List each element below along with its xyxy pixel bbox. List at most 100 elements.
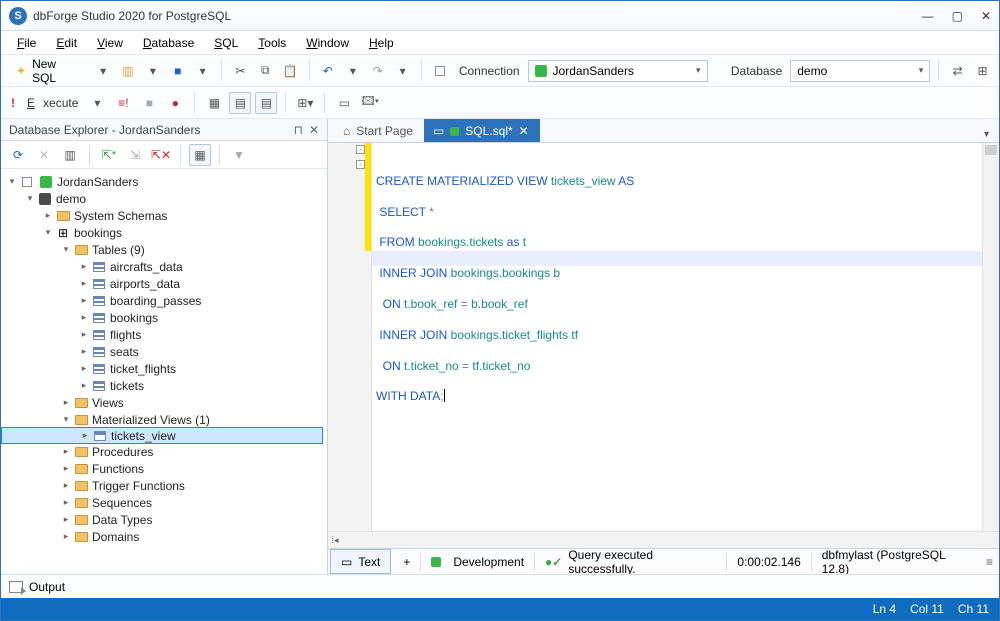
cut-button[interactable]: ✂ (230, 60, 251, 82)
tree-table[interactable]: ▸seats (1, 343, 327, 360)
vertical-scrollbar[interactable] (982, 143, 999, 531)
tree-table[interactable]: ▸flights (1, 326, 327, 343)
debug-button[interactable]: ● (164, 92, 186, 114)
tree-table[interactable]: ▸airports_data (1, 275, 327, 292)
tab-close-icon[interactable]: ✕ (519, 124, 529, 138)
status-menu-button[interactable]: ≡ (980, 555, 999, 569)
tree-schema[interactable]: ▾⊞bookings (1, 224, 327, 241)
disconnect-button[interactable]: ⇱✕ (150, 144, 172, 166)
toolbar-extra-2[interactable]: ⊞ (972, 60, 993, 82)
undo-button[interactable]: ↶ (318, 60, 339, 82)
new-sql-button[interactable]: ✦New SQL (7, 53, 89, 89)
database-dropdown[interactable]: demo▾ (790, 60, 930, 82)
execute-current-button[interactable]: ≡! (112, 92, 134, 114)
title-bar: S dbForge Studio 2020 for PostgreSQL — ▢… (1, 1, 999, 31)
new-sql-dropdown[interactable]: ▾ (93, 60, 114, 82)
horizontal-scrollbar[interactable]: ⁞◂ (328, 531, 999, 548)
delete-connection-button[interactable]: ✕ (33, 144, 55, 166)
tree-table[interactable]: ▸tickets (1, 377, 327, 394)
tree-datatypes-folder[interactable]: ▸Data Types (1, 511, 327, 528)
new-connection-button[interactable]: ▥ (59, 144, 81, 166)
connection-dropdown[interactable]: JordanSanders▾ (528, 60, 708, 82)
add-view-button[interactable]: + (393, 549, 420, 574)
results-button[interactable]: ▭ (333, 92, 355, 114)
toolbar-extra-1[interactable]: ⇄ (947, 60, 968, 82)
outline-button[interactable]: ▤ (229, 92, 251, 114)
stop-button[interactable]: ■ (138, 92, 160, 114)
paste-button[interactable]: 📋 (280, 60, 301, 82)
close-button[interactable]: ✕ (981, 9, 991, 23)
menu-help[interactable]: Help (361, 33, 402, 53)
copy-button[interactable]: ⧉ (255, 60, 276, 82)
open-dropdown[interactable]: ▾ (142, 60, 163, 82)
output-icon (9, 581, 23, 593)
maximize-button[interactable]: ▢ (952, 9, 963, 23)
splitter-handle[interactable]: ⁞◂ (328, 532, 342, 548)
execute-dropdown[interactable]: ▾ (86, 92, 108, 114)
menu-window[interactable]: Window (298, 33, 357, 53)
tree-matview-item[interactable]: ▸tickets_view (1, 427, 323, 444)
text-view-tab[interactable]: ▭Text (330, 549, 391, 574)
collapse-button[interactable]: ⇲ (124, 144, 146, 166)
panel-close-icon[interactable]: ✕ (309, 123, 319, 137)
tree-trigger-functions-folder[interactable]: ▸Trigger Functions (1, 477, 327, 494)
refresh-button[interactable]: ⟳ (7, 144, 29, 166)
pin-icon[interactable]: ⊓ (294, 123, 303, 137)
image-button[interactable]: 🖾▾ (359, 92, 381, 114)
success-icon: ●✓ (545, 555, 562, 569)
tree-table[interactable]: ▸boarding_passes (1, 292, 327, 309)
menu-database[interactable]: Database (135, 33, 202, 53)
tree-procedures-folder[interactable]: ▸Procedures (1, 443, 327, 460)
save-button[interactable]: ■ (167, 60, 188, 82)
explorer-tree[interactable]: ▾JordanSanders ▾demo ▸System Schemas ▾⊞b… (1, 169, 327, 574)
undo-dropdown[interactable]: ▾ (342, 60, 363, 82)
wrap-button[interactable]: ▤ (255, 92, 277, 114)
fold-icon[interactable]: - (356, 145, 365, 154)
menu-sql[interactable]: SQL (206, 33, 246, 53)
output-panel-tab[interactable]: Output (1, 574, 999, 598)
sql-file-icon: ▭ (433, 124, 444, 138)
tree-sequences-folder[interactable]: ▸Sequences (1, 494, 327, 511)
new-folder-button[interactable]: ⇱* (98, 144, 120, 166)
tree-table[interactable]: ▸bookings (1, 309, 327, 326)
redo-button[interactable]: ↷ (367, 60, 388, 82)
sql-editor[interactable]: - - CREATE MATERIALIZED VIEW tickets_vie… (328, 143, 999, 531)
connection-color-icon (535, 65, 547, 77)
show-all-button[interactable]: ▦ (189, 144, 211, 166)
execute-button[interactable]: Execute (23, 96, 82, 110)
filter-button[interactable]: ▼ (228, 144, 250, 166)
tree-tables-folder[interactable]: ▾Tables (9) (1, 241, 327, 258)
save-dropdown[interactable]: ▾ (192, 60, 213, 82)
code-area[interactable]: CREATE MATERIALIZED VIEW tickets_view AS… (372, 143, 982, 531)
editor-gutter[interactable]: - - (328, 143, 372, 531)
tree-table[interactable]: ▸ticket_flights (1, 360, 327, 377)
tree-database[interactable]: ▾demo (1, 190, 327, 207)
format-button[interactable]: ⊞▾ (294, 92, 316, 114)
app-title: dbForge Studio 2020 for PostgreSQL (33, 9, 922, 23)
minimize-button[interactable]: — (922, 9, 934, 23)
tree-functions-folder[interactable]: ▸Functions (1, 460, 327, 477)
tree-matviews-folder[interactable]: ▾Materialized Views (1) (1, 411, 327, 428)
tab-start-page[interactable]: ⌂Start Page (334, 119, 424, 142)
query-builder-button[interactable]: ▦ (203, 92, 225, 114)
menu-edit[interactable]: Edit (48, 33, 85, 53)
tree-system-schemas[interactable]: ▸System Schemas (1, 207, 327, 224)
connection-icon[interactable] (430, 60, 451, 82)
tab-sql-file[interactable]: ▭SQL.sql*✕ (424, 119, 540, 142)
toolbar-main: ✦New SQL ▾ ▥ ▾ ■ ▾ ✂ ⧉ 📋 ↶ ▾ ↷ ▾ Connect… (1, 55, 999, 87)
menu-file[interactable]: File (9, 33, 44, 53)
menu-bar: File Edit View Database SQL Tools Window… (1, 31, 999, 55)
status-col: Col 11 (910, 602, 944, 616)
menu-view[interactable]: View (89, 33, 131, 53)
tree-table[interactable]: ▸aircrafts_data (1, 258, 327, 275)
home-icon: ⌂ (343, 124, 350, 138)
fold-icon[interactable]: - (356, 160, 365, 169)
tree-domains-folder[interactable]: ▸Domains (1, 528, 327, 545)
editor-status-bar: ▭Text + Development ●✓Query executed suc… (328, 548, 999, 574)
redo-dropdown[interactable]: ▾ (392, 60, 413, 82)
tree-views-folder[interactable]: ▸Views (1, 394, 327, 411)
open-button[interactable]: ▥ (118, 60, 139, 82)
tree-connection[interactable]: ▾JordanSanders (1, 173, 327, 190)
menu-tools[interactable]: Tools (250, 33, 294, 53)
tabs-menu-button[interactable]: ▾ (980, 127, 993, 142)
